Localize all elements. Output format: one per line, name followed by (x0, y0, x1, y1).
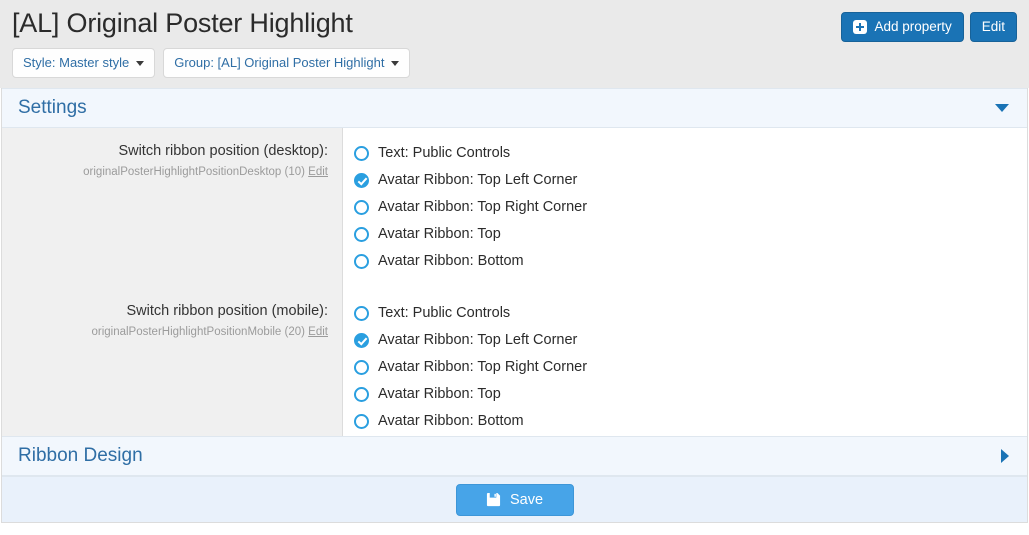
property-options-column: Text: Public Controls Avatar Ribbon: Top… (343, 128, 1027, 436)
section-title-settings: Settings (18, 96, 87, 120)
radio-unchecked-icon[interactable] (354, 200, 369, 215)
caret-right-icon[interactable] (1001, 449, 1009, 463)
property-label-text: Switch ribbon position (desktop): (12, 142, 328, 161)
radio-option-label: Text: Public Controls (378, 144, 510, 163)
radio-unchecked-icon[interactable] (354, 306, 369, 321)
radio-unchecked-icon[interactable] (354, 387, 369, 402)
group-dropdown-label: Group: [AL] Original Poster Highlight (174, 55, 384, 71)
add-property-label: Add property (874, 19, 951, 35)
save-bar: Save (2, 476, 1027, 522)
radio-option-label: Avatar Ribbon: Bottom (378, 412, 524, 431)
property-label-desktop: Switch ribbon position (desktop): origin… (2, 128, 342, 288)
radio-unchecked-icon[interactable] (354, 360, 369, 375)
add-property-button[interactable]: Add property (841, 12, 963, 42)
radio-option[interactable]: Avatar Ribbon: Top Right Corner (343, 354, 1027, 381)
radio-option[interactable]: Text: Public Controls (343, 140, 1027, 167)
settings-panel: Settings Switch ribbon position (desktop… (1, 88, 1028, 523)
save-label: Save (510, 491, 543, 509)
radio-unchecked-icon[interactable] (354, 414, 369, 429)
caret-down-icon[interactable] (995, 104, 1009, 112)
title-row: [AL] Original Poster Highlight Add prope… (0, 0, 1029, 42)
radio-option[interactable]: Avatar Ribbon: Top Left Corner (343, 327, 1027, 354)
settings-body: Switch ribbon position (desktop): origin… (2, 128, 1027, 436)
property-label-mobile: Switch ribbon position (mobile): origina… (2, 288, 342, 436)
edit-button[interactable]: Edit (970, 12, 1017, 42)
filter-row: Style: Master style Group: [AL] Original… (0, 42, 1029, 78)
save-button[interactable]: Save (456, 484, 574, 516)
floppy-disk-icon (486, 492, 501, 507)
radio-unchecked-icon[interactable] (354, 146, 369, 161)
radio-option-label: Avatar Ribbon: Bottom (378, 252, 524, 271)
header-actions: Add property Edit (841, 6, 1017, 42)
plus-square-icon (853, 20, 867, 34)
radio-option[interactable]: Avatar Ribbon: Bottom (343, 248, 1027, 275)
radio-option[interactable]: Avatar Ribbon: Bottom (343, 408, 1027, 435)
section-header-settings[interactable]: Settings (2, 88, 1027, 128)
radio-unchecked-icon[interactable] (354, 254, 369, 269)
radio-option-label: Avatar Ribbon: Top Left Corner (378, 331, 577, 350)
radio-group-desktop: Text: Public Controls Avatar Ribbon: Top… (343, 128, 1027, 288)
radio-option[interactable]: Avatar Ribbon: Top Left Corner (343, 167, 1027, 194)
property-key: originalPosterHighlightPositionMobile (2… (91, 326, 305, 338)
property-label-column: Switch ribbon position (desktop): origin… (2, 128, 343, 436)
radio-option-label: Text: Public Controls (378, 304, 510, 323)
style-dropdown[interactable]: Style: Master style (12, 48, 155, 78)
radio-option-label: Avatar Ribbon: Top Right Corner (378, 358, 587, 377)
radio-checked-icon[interactable] (354, 173, 369, 188)
section-title-ribbon-design: Ribbon Design (18, 444, 143, 468)
property-key-row: originalPosterHighlightPositionDesktop (… (12, 164, 328, 180)
radio-option-label: Avatar Ribbon: Top (378, 385, 501, 404)
radio-unchecked-icon[interactable] (354, 227, 369, 242)
property-edit-link[interactable]: Edit (308, 166, 328, 178)
section-header-ribbon-design[interactable]: Ribbon Design (2, 436, 1027, 476)
page-title: [AL] Original Poster Highlight (12, 6, 353, 40)
property-edit-link[interactable]: Edit (308, 326, 328, 338)
caret-down-icon (391, 61, 399, 66)
radio-option[interactable]: Text: Public Controls (343, 300, 1027, 327)
page-header: [AL] Original Poster Highlight Add prope… (0, 0, 1029, 88)
radio-option-label: Avatar Ribbon: Top Left Corner (378, 171, 577, 190)
group-dropdown[interactable]: Group: [AL] Original Poster Highlight (163, 48, 410, 78)
radio-checked-icon[interactable] (354, 333, 369, 348)
radio-option[interactable]: Avatar Ribbon: Top (343, 381, 1027, 408)
radio-group-mobile: Text: Public Controls Avatar Ribbon: Top… (343, 288, 1027, 436)
radio-option-label: Avatar Ribbon: Top (378, 225, 501, 244)
radio-option[interactable]: Avatar Ribbon: Top (343, 221, 1027, 248)
radio-option[interactable]: Avatar Ribbon: Top Right Corner (343, 194, 1027, 221)
radio-option-label: Avatar Ribbon: Top Right Corner (378, 198, 587, 217)
caret-down-icon (136, 61, 144, 66)
property-key-row: originalPosterHighlightPositionMobile (2… (12, 324, 328, 340)
property-label-text: Switch ribbon position (mobile): (12, 302, 328, 321)
property-key: originalPosterHighlightPositionDesktop (… (83, 166, 305, 178)
style-dropdown-label: Style: Master style (23, 55, 129, 71)
